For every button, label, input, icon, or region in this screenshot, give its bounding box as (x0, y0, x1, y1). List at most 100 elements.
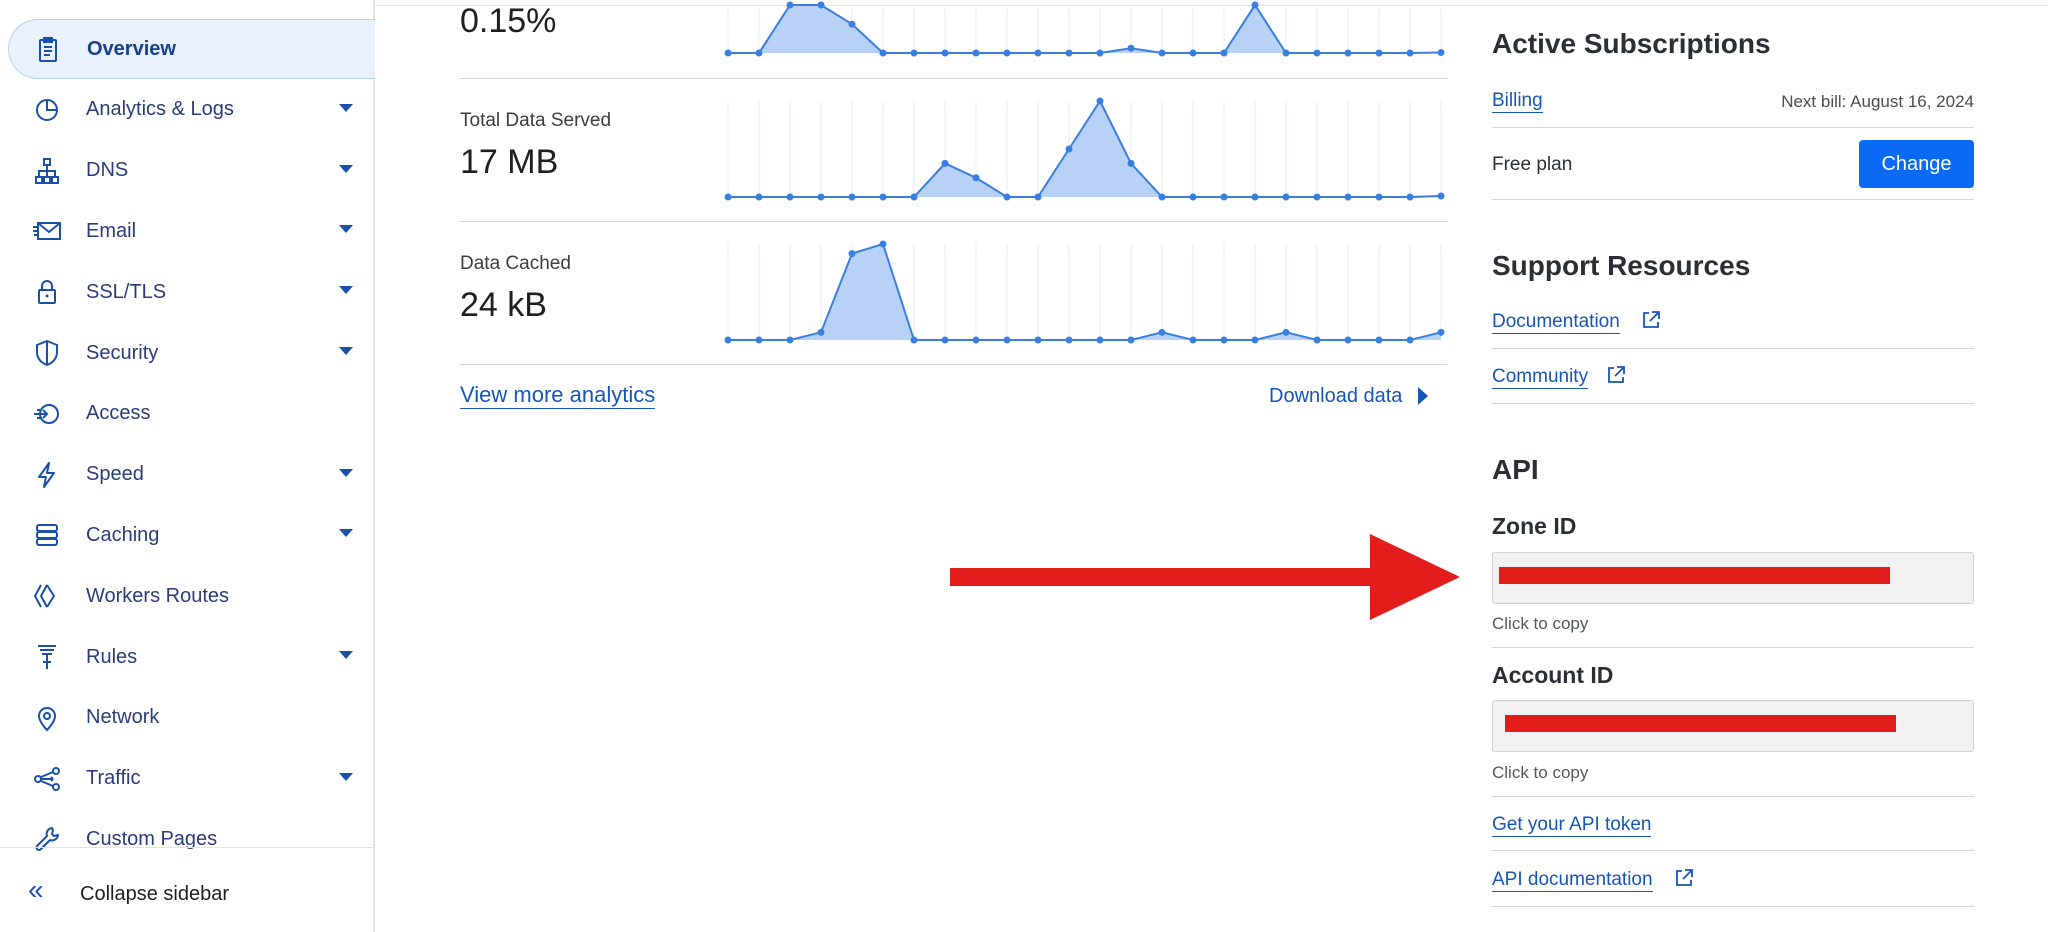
sparkline-point (972, 174, 980, 182)
sparkline-point (910, 193, 918, 201)
sparkline-point (786, 193, 794, 201)
sidebar: Overview Analytics & Logs DNS Email SSL/TLS S… (0, 0, 375, 932)
caret-down-icon[interactable] (339, 529, 353, 538)
sparkline-point (1375, 49, 1383, 57)
sparkline-point (972, 49, 980, 57)
sidebar-item-traffic[interactable]: Traffic (8, 749, 375, 809)
sparkline-point (1096, 49, 1104, 57)
sparkline-point (1003, 49, 1011, 57)
caret-down-icon[interactable] (339, 164, 353, 173)
redaction-mark (1499, 567, 1890, 584)
sparkline-point (1220, 49, 1228, 57)
network-tree-icon (32, 156, 62, 186)
caret-down-icon[interactable] (339, 347, 353, 355)
sparkline-point (1065, 49, 1073, 57)
sidebar-item-security[interactable]: Security (8, 323, 375, 383)
sparkline-data-served (724, 97, 1445, 201)
collapse-sidebar-label: Collapse sidebar (80, 883, 229, 905)
sparkline-point (879, 49, 887, 57)
support-resources-heading: Support Resources (1492, 250, 1751, 281)
zone-id-field[interactable] (1492, 552, 1974, 604)
red-arrow-annotation (950, 534, 1460, 620)
billing-link[interactable]: Billing (1492, 90, 1543, 113)
sparkline-point (1313, 49, 1321, 57)
sidebar-item-dns[interactable]: DNS (8, 141, 375, 201)
caret-down-icon[interactable] (339, 772, 353, 781)
caret-down-icon[interactable] (339, 225, 353, 234)
sparkline-point (1375, 336, 1383, 344)
metric-value-0: 0.15% (460, 2, 557, 40)
caret-right-icon (1418, 387, 1428, 405)
community-link[interactable]: Community (1492, 366, 1589, 389)
external-link-icon (1676, 869, 1693, 886)
sparkline-point (1096, 97, 1104, 105)
caret-down-icon[interactable] (339, 103, 353, 112)
sparkline-point (1344, 49, 1352, 57)
sparkline-point (1437, 328, 1445, 336)
sidebar-item-ssl-tls[interactable]: SSL/TLS (8, 262, 375, 322)
sparkline-point (1127, 44, 1135, 52)
sidebar-item-speed[interactable]: Speed (8, 445, 375, 505)
sparkline-point (1406, 336, 1414, 344)
metric-label-2: Data Cached (460, 253, 571, 274)
collapse-sidebar-button[interactable]: « Collapse sidebar (0, 847, 375, 932)
sparkline-area (728, 5, 1441, 53)
sidebar-item-caching[interactable]: Caching (8, 505, 375, 565)
sidebar-item-network[interactable]: Network (8, 688, 375, 748)
sidebar-item-email[interactable]: Email (8, 201, 375, 261)
sparkline-point (1251, 336, 1259, 344)
sparkline-point (848, 193, 856, 201)
server-stack-icon (32, 520, 62, 550)
sparkline-point (1406, 193, 1414, 201)
caret-down-icon[interactable] (339, 468, 353, 477)
caret-down-icon[interactable] (339, 651, 353, 659)
sparkline-point (1251, 193, 1259, 201)
envelope-icon (32, 216, 62, 246)
sparkline-point (941, 49, 949, 57)
sparkline-point (1282, 49, 1290, 57)
sparkline-point (1158, 49, 1166, 57)
sparkline-point (879, 193, 887, 201)
sparkline-point (1375, 193, 1383, 201)
divider (1492, 199, 1974, 200)
sidebar-item-access[interactable]: Access (8, 384, 375, 444)
sidebar-item-label: Overview (87, 37, 176, 60)
sidebar-item-workers-routes[interactable]: Workers Routes (8, 566, 375, 626)
zone-id-copy-hint: Click to copy (1492, 614, 1589, 633)
account-id-field[interactable] (1492, 700, 1974, 752)
divider (1492, 647, 1974, 648)
documentation-link[interactable]: Documentation (1492, 311, 1620, 334)
access-icon (32, 399, 62, 429)
sparkline-point (755, 49, 763, 57)
sparkline-point (817, 328, 825, 336)
plan-name: Free plan (1492, 154, 1573, 175)
download-data-link[interactable]: Download data (1269, 385, 1402, 408)
sidebar-item-rules[interactable]: Rules (8, 627, 375, 687)
sidebar-item-overview[interactable]: Overview (8, 19, 375, 79)
account-id-copy-hint: Click to copy (1492, 763, 1589, 782)
divider (1492, 796, 1974, 797)
get-api-token-link[interactable]: Get your API token (1492, 814, 1652, 837)
sparkline-point (1406, 49, 1414, 57)
traffic-icon (32, 764, 62, 794)
sidebar-item-label: Caching (86, 523, 160, 546)
sparkline-point (1282, 193, 1290, 201)
view-more-analytics-link[interactable]: View more analytics (460, 382, 656, 409)
sparkline-point (848, 250, 856, 258)
sidebar-item-analytics-logs[interactable]: Analytics & Logs (8, 80, 375, 140)
sparkline-point (1437, 49, 1445, 57)
change-plan-button[interactable]: Change (1859, 140, 1974, 188)
sparkline-point (1065, 336, 1073, 344)
sparkline-point (724, 193, 732, 201)
sparkline-area (728, 244, 1441, 340)
sparkline-point (1003, 193, 1011, 201)
funnel-icon (32, 642, 62, 672)
caret-down-icon[interactable] (339, 286, 353, 295)
api-documentation-link[interactable]: API documentation (1492, 869, 1653, 892)
pie-chart-icon (32, 95, 62, 125)
sparkline-point (755, 336, 763, 344)
sparkline-point (1189, 193, 1197, 201)
workers-icon (32, 581, 62, 611)
sparkline-point (786, 1, 794, 9)
sidebar-item-label: Email (86, 219, 137, 242)
